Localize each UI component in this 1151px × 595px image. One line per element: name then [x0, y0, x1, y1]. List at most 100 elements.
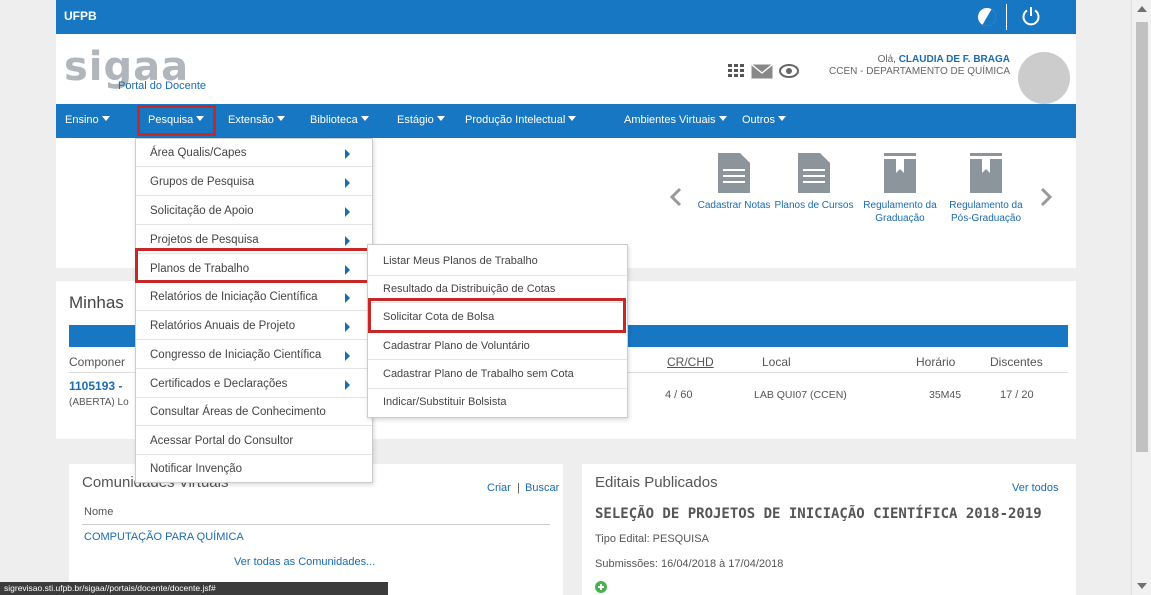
caret-down-icon [276, 116, 285, 121]
menu-item-relatorios-anuais[interactable]: Relatórios Anuais de Projeto [150, 320, 295, 332]
menu-divider [136, 425, 372, 426]
comunidade-item-link[interactable]: COMPUTAÇÃO PARA QUÍMICA [84, 531, 244, 543]
nav-extensao[interactable]: Extensão [228, 114, 285, 126]
submenu-item-resultado-cotas[interactable]: Resultado da Distribuição de Cotas [383, 283, 555, 295]
user-department: CCEN - DEPARTAMENTO DE QUÍMICA [829, 66, 1010, 77]
turma-code-link[interactable]: 1105193 - [69, 379, 122, 393]
edital-headline[interactable]: SELEÇÃO DE PROJETOS DE INICIAÇÃO CIENTÍF… [595, 506, 1042, 522]
menu-item-congresso-ic[interactable]: Congresso de Iniciação Científica [150, 349, 321, 361]
editais-publicados-card: Editais Publicados Ver todos SELEÇÃO DE … [582, 464, 1076, 595]
quick-access-regulamento-graduacao[interactable]: Regulamento da Graduação [860, 153, 940, 225]
chevron-right-icon[interactable] [1039, 186, 1053, 208]
book-icon [884, 153, 916, 193]
turma-crchd: 4 / 60 [665, 389, 693, 401]
col-horario: Horário [916, 355, 956, 369]
quick-access-label: Regulamento da Pós-Graduação [949, 200, 1023, 224]
quick-access-regulamento-pos-graduacao[interactable]: Regulamento da Pós-Graduação [946, 153, 1026, 225]
turma-status: (ABERTA) Lo [69, 397, 129, 408]
brand-label: UFPB [64, 9, 97, 23]
nav-producao-intelectual[interactable]: Produção Intelectual [465, 114, 577, 126]
turmas-title: Minhas [69, 293, 124, 312]
col-local: Local [762, 355, 791, 369]
user-greeting: Olá, CLAUDIA DE F. BRAGA CCEN - DEPARTAM… [816, 54, 1010, 78]
document-icon [718, 153, 750, 193]
caret-down-icon [778, 116, 787, 121]
submenu-arrow-icon [345, 236, 350, 246]
col-componente: Componer [69, 355, 126, 369]
menu-item-solicitacao-apoio[interactable]: Solicitação de Apoio [150, 205, 254, 217]
submenu-item-plano-sem-cota[interactable]: Cadastrar Plano de Trabalho sem Cota [383, 368, 574, 380]
quick-access-label: Planos de Cursos [774, 200, 854, 211]
nav-ensino-label: Ensino [65, 114, 99, 126]
menu-item-projetos-pesquisa[interactable]: Projetos de Pesquisa [150, 234, 259, 246]
accessibility-icon[interactable] [779, 62, 799, 80]
nav-ensino[interactable]: Ensino [65, 114, 110, 126]
menu-divider [136, 224, 372, 225]
top-bar: UFPB [56, 0, 1076, 34]
turma-horario: 35M45 [929, 389, 962, 401]
comunidades-virtuais-card: Comunidades Virtuais Criar | Buscar Nome… [69, 464, 563, 595]
col-crchd[interactable]: CR/CHD [667, 355, 714, 369]
ver-todas-comunidades-link[interactable]: Ver todas as Comunidades... [234, 556, 375, 568]
nav-ambientes-virtuais[interactable]: Ambientes Virtuais [624, 114, 727, 126]
book-icon [970, 153, 1002, 193]
nav-estagio[interactable]: Estágio [397, 114, 445, 126]
submenu-arrow-icon [345, 293, 350, 303]
main-navbar: Ensino Pesquisa Extensão Biblioteca Está… [56, 104, 1076, 138]
apps-grid-icon[interactable] [728, 64, 744, 78]
scroll-up-arrow-icon[interactable] [1137, 6, 1147, 12]
menu-item-relatorios-ic[interactable]: Relatórios de Iniciação Científica [150, 291, 317, 303]
planos-highlight-box [135, 248, 370, 283]
criar-link[interactable]: Criar [487, 482, 511, 494]
submenu-item-cadastrar-voluntario[interactable]: Cadastrar Plano de Voluntário [383, 340, 530, 352]
submenu-arrow-icon [345, 351, 350, 361]
scroll-down-arrow-icon[interactable] [1137, 583, 1147, 589]
chevron-left-icon[interactable] [669, 186, 683, 208]
menu-item-notificar-invencao[interactable]: Notificar Invenção [150, 463, 242, 475]
menu-divider [136, 166, 372, 167]
menu-item-certificados[interactable]: Certificados e Declarações [150, 378, 287, 390]
submenu-arrow-icon [345, 178, 350, 188]
ver-todos-link[interactable]: Ver todos [1012, 482, 1058, 494]
nav-producao-label: Produção Intelectual [465, 114, 566, 126]
turma-local: LAB QUI07 (CCEN) [754, 389, 847, 401]
mail-icon[interactable] [751, 64, 773, 79]
menu-item-portal-consultor[interactable]: Acessar Portal do Consultor [150, 435, 293, 447]
topbar-divider [1006, 4, 1007, 30]
quick-access-planos-de-cursos[interactable]: Planos de Cursos [774, 153, 854, 212]
nav-biblioteca[interactable]: Biblioteca [310, 114, 369, 126]
submenu-item-indicar-bolsista[interactable]: Indicar/Substituir Bolsista [383, 396, 507, 408]
submenu-arrow-icon [345, 380, 350, 390]
submenu-item-listar-planos[interactable]: Listar Meus Planos de Trabalho [383, 255, 538, 267]
contrast-icon[interactable] [978, 8, 996, 26]
nav-estagio-label: Estágio [397, 114, 434, 126]
edital-tipo: Tipo Edital: PESQUISA [595, 533, 709, 545]
avatar[interactable] [1018, 52, 1070, 104]
status-url: sigrevisao.sti.ufpb.br/sigaa//portais/do… [4, 583, 216, 593]
document-icon [798, 153, 830, 193]
caret-down-icon [436, 116, 445, 121]
caret-down-icon [101, 116, 110, 121]
quick-access-label: Cadastrar Notas [697, 200, 771, 211]
quick-access-label: Regulamento da Graduação [863, 200, 937, 224]
browser-status-bar: sigrevisao.sti.ufpb.br/sigaa//portais/do… [0, 582, 388, 595]
nav-biblioteca-label: Biblioteca [310, 114, 358, 126]
comunidades-divider [82, 524, 550, 525]
nav-outros-label: Outros [742, 114, 776, 126]
nav-extensao-label: Extensão [228, 114, 274, 126]
vertical-scrollbar[interactable] [1131, 0, 1151, 595]
menu-item-consultar-areas[interactable]: Consultar Áreas de Conhecimento [150, 406, 326, 418]
menu-item-area-qualis[interactable]: Área Qualis/Capes [150, 147, 247, 159]
buscar-link[interactable]: Buscar [525, 482, 559, 494]
quick-access-cadastrar-notas[interactable]: Cadastrar Notas [694, 153, 774, 212]
menu-divider [136, 368, 372, 369]
scroll-thumb[interactable] [1136, 22, 1148, 452]
nav-outros[interactable]: Outros [742, 114, 787, 126]
menu-item-grupos-pesquisa[interactable]: Grupos de Pesquisa [150, 176, 254, 188]
add-icon[interactable] [595, 581, 607, 593]
menu-divider [368, 275, 627, 276]
edital-submissoes: Submissões: 16/04/2018 à 17/04/2018 [595, 558, 784, 570]
power-icon[interactable] [1020, 5, 1042, 27]
caret-down-icon [360, 116, 369, 121]
menu-divider [368, 359, 627, 360]
